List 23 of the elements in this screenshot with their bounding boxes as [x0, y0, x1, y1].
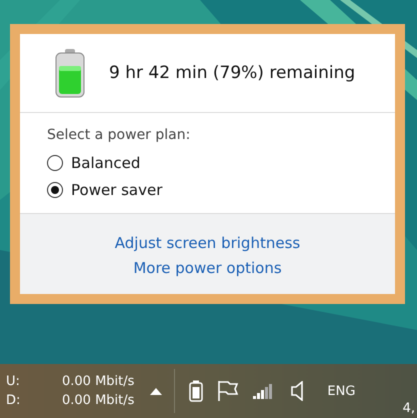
- tray-expand-button[interactable]: [150, 388, 162, 394]
- speaker-icon: [291, 381, 304, 401]
- flag-icon: [217, 380, 240, 402]
- plan-radio[interactable]: Power saver: [47, 180, 162, 199]
- net-label: U:: [6, 374, 21, 389]
- volume-tray-button[interactable]: [291, 381, 304, 401]
- language-indicator[interactable]: ENG: [327, 384, 356, 398]
- battery-tray-button[interactable]: [189, 380, 204, 402]
- caret-up-icon: [150, 388, 162, 394]
- net-speed: 0.00 Mbit/s: [62, 393, 134, 408]
- clock[interactable]: 4,: [402, 401, 415, 416]
- plan-radio[interactable]: Balanced: [47, 153, 140, 172]
- signal-tray-button[interactable]: [253, 383, 274, 399]
- battery-status: 9 hr 42 min (79%) remaining: [109, 63, 356, 83]
- signal-icon: [253, 383, 274, 399]
- settings-link[interactable]: Adjust screen brightness: [114, 234, 300, 252]
- plan-heading: Select a power plan:: [47, 127, 192, 143]
- net-label: D:: [6, 393, 22, 408]
- settings-link[interactable]: More power options: [133, 259, 282, 277]
- battery-icon: [189, 380, 204, 402]
- flag-tray-button[interactable]: [217, 380, 240, 402]
- battery-icon: [53, 48, 87, 98]
- net-speed: 0.00 Mbit/s: [62, 374, 134, 389]
